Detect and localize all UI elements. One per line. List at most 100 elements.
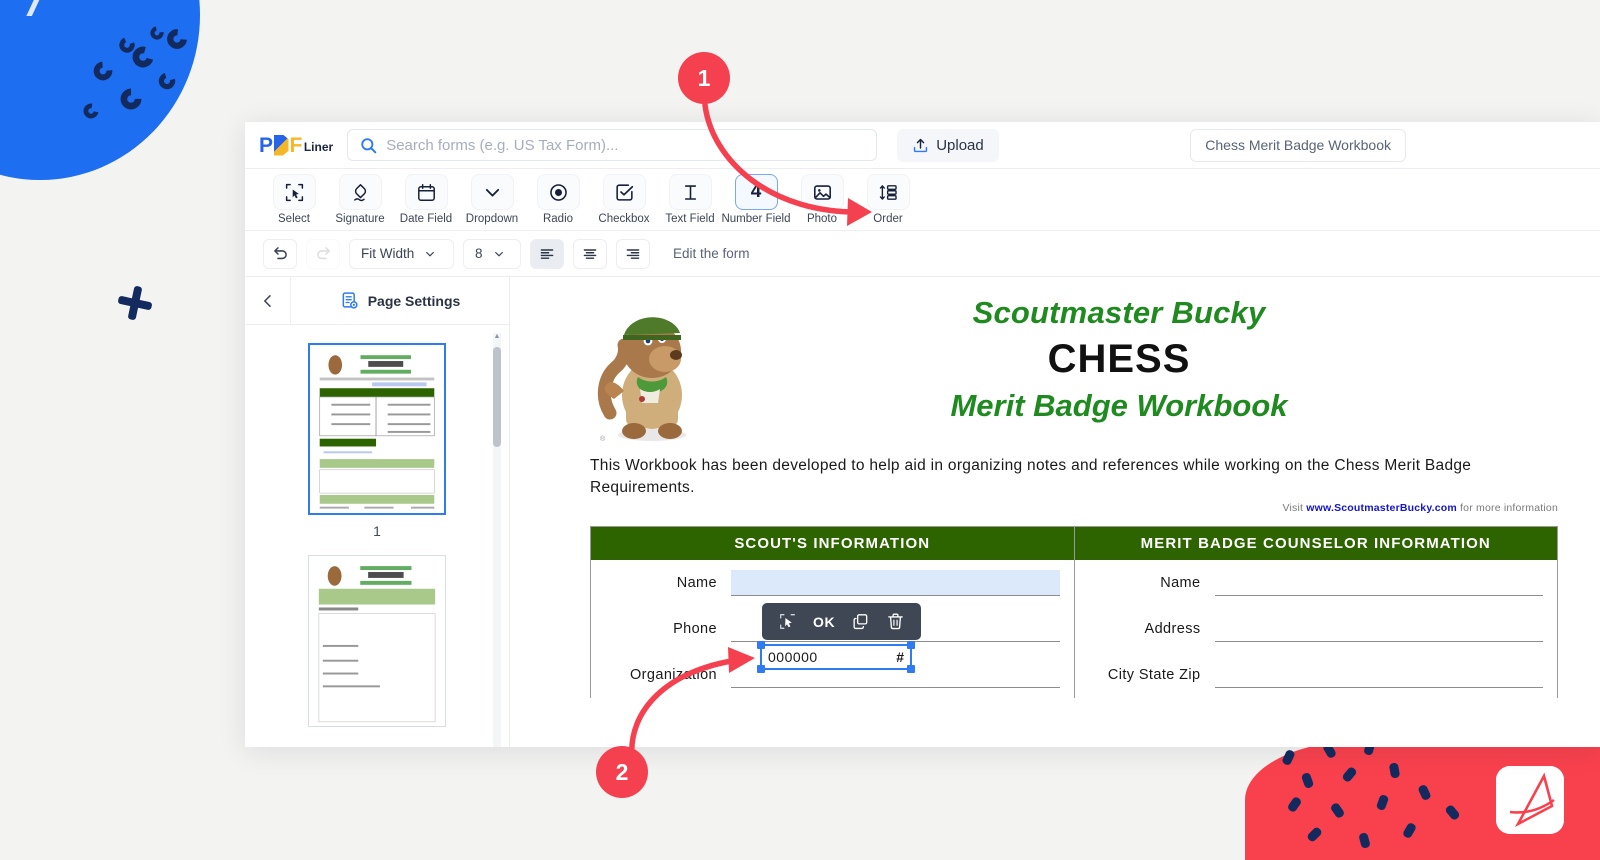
number-4-glyph: 4 [750, 181, 762, 202]
form-row[interactable]: Address [1075, 606, 1558, 652]
form-row[interactable]: Name [1075, 560, 1558, 606]
tool-text-field[interactable]: Text Field [657, 174, 723, 225]
tool-order[interactable]: Order [855, 174, 921, 225]
chevron-down-icon [485, 188, 499, 197]
form-row[interactable]: City State Zip [1075, 652, 1558, 698]
counselor-city-state-zip-input[interactable] [1214, 662, 1543, 688]
bucky-mascot-image: ® [597, 317, 686, 443]
select-cursor-icon [285, 183, 303, 201]
scrollbar-thumb[interactable] [493, 347, 501, 447]
tool-label: Photo [806, 213, 838, 225]
search-placeholder: Search forms (e.g. US Tax Form)... [386, 136, 619, 154]
scout-name-input[interactable] [731, 569, 1060, 596]
search-input[interactable]: Search forms (e.g. US Tax Form)... [347, 129, 878, 161]
document-canvas[interactable]: ® Scoutmaster Bucky CHESS Merit Badge Wo… [510, 277, 1600, 747]
document-header: ® Scoutmaster Bucky CHESS Merit Badge Wo… [590, 295, 1558, 445]
align-left-icon [540, 248, 554, 259]
pdfliner-logo[interactable]: P F Liner [259, 135, 333, 156]
image-icon [813, 184, 831, 200]
zoom-select[interactable]: Fit Width [349, 238, 454, 269]
pdfliner-app-window: P F Liner Search forms (e.g. US Tax Form… [245, 122, 1600, 747]
tool-photo[interactable]: Photo [789, 174, 855, 225]
sidebar-collapse-button[interactable] [245, 277, 291, 324]
edit-subtoolbar: Fit Width 8 Edit the form [245, 231, 1600, 277]
edit-hint-label: Edit the form [673, 246, 750, 261]
thumbnails-scrollbar[interactable]: ▲ [493, 333, 501, 747]
resize-handle-bottom-right[interactable] [907, 665, 915, 673]
page-thumbnail-2[interactable] [308, 555, 446, 727]
scroll-up-arrow-icon[interactable]: ▲ [493, 333, 501, 340]
decorative-blue-circle [0, 0, 200, 180]
pages-sidebar: Page Settings 1 ▲ [245, 277, 510, 747]
calendar-icon [417, 183, 435, 201]
page-thumbnail-1[interactable] [308, 343, 446, 515]
page-thumbnails-list: 1 ▲ [245, 325, 509, 747]
tool-select[interactable]: Select [261, 174, 327, 225]
doc-title-line3: Merit Badge Workbook [950, 388, 1288, 423]
redo-button[interactable] [306, 238, 340, 269]
tool-label: Date Field [399, 213, 453, 225]
document-title-field[interactable]: Chess Merit Badge Workbook [1190, 128, 1406, 162]
resize-handle-bottom-left[interactable] [757, 665, 765, 673]
field-label: Phone [673, 620, 717, 637]
screenshot-root: P F Liner Search forms (e.g. US Tax Form… [0, 0, 1600, 860]
form-row[interactable]: Name [591, 560, 1074, 606]
callout-badge-2: 2 [596, 746, 648, 798]
trash-delete-icon[interactable] [886, 612, 905, 631]
scout-info-header: SCOUT'S INFORMATION [591, 526, 1074, 560]
counselor-information-column: MERIT BADGE COUNSELOR INFORMATION Name A… [1074, 526, 1558, 698]
tool-radio[interactable]: Radio [525, 174, 591, 225]
tool-number-field[interactable]: 4 Number Field [721, 174, 791, 225]
counselor-info-header: MERIT BADGE COUNSELOR INFORMATION [1074, 526, 1557, 560]
tool-dropdown[interactable]: Dropdown [459, 174, 525, 225]
font-size-select[interactable]: 8 [463, 238, 521, 269]
active-number-field[interactable]: 000000 # [757, 641, 915, 673]
scout-info-table: SCOUT'S INFORMATION Name Phone Organizat… [590, 525, 1558, 698]
scoutmaster-bucky-link[interactable]: www.ScoutmasterBucky.com [1306, 502, 1457, 514]
search-icon [361, 137, 377, 153]
tool-checkbox[interactable]: Checkbox [591, 174, 657, 225]
font-size-value: 8 [475, 246, 483, 261]
upload-button[interactable]: Upload [897, 128, 999, 162]
move-select-icon[interactable] [778, 612, 797, 631]
counselor-name-input[interactable] [1214, 570, 1543, 596]
page-settings-label: Page Settings [367, 292, 461, 309]
field-context-toolbar: OK [762, 603, 922, 640]
page-number-label: 1 [373, 523, 381, 539]
decorative-streak [8, 0, 56, 16]
decorative-red-curve [1245, 740, 1395, 860]
logo-letter-p: P [259, 133, 273, 157]
doc-title-line2: CHESS [1047, 337, 1191, 381]
duplicate-copy-icon[interactable] [851, 612, 870, 631]
field-tools-toolbar: Select Signature Date Field Dropdown Rad… [245, 169, 1600, 231]
document-title-value: Chess Merit Badge Workbook [1205, 137, 1391, 153]
undo-arrow-icon [273, 247, 287, 260]
align-center-button[interactable] [573, 238, 607, 269]
sidebar-header: Page Settings [245, 277, 509, 325]
checkbox-check-icon [615, 183, 633, 201]
chevron-down-icon [426, 251, 435, 256]
logo-suffix: Liner [303, 139, 334, 154]
page-settings-icon [342, 291, 358, 309]
field-ok-button[interactable]: OK [813, 614, 835, 630]
align-left-button[interactable] [530, 238, 564, 269]
field-label: City State Zip [1107, 666, 1201, 683]
tool-signature[interactable]: Signature [327, 174, 393, 225]
page-settings-button[interactable]: Page Settings [291, 277, 509, 324]
visit-suffix: for more information [1460, 501, 1558, 514]
zoom-value: Fit Width [361, 246, 415, 261]
field-label: Address [1144, 620, 1201, 637]
counselor-address-input[interactable] [1214, 616, 1543, 642]
redo-arrow-icon [316, 247, 330, 260]
align-right-button[interactable] [616, 238, 650, 269]
resize-handle-top-right[interactable] [907, 641, 915, 649]
callout-number: 1 [697, 64, 711, 91]
decorative-red-block [1390, 740, 1600, 860]
pdf-logo-badge [1496, 766, 1564, 834]
tool-date-field[interactable]: Date Field [393, 174, 459, 225]
tool-label: Text Field [665, 213, 715, 225]
resize-handle-top-left[interactable] [757, 641, 765, 649]
undo-button[interactable] [263, 238, 297, 269]
field-label: Organization [629, 666, 717, 683]
number-field-symbol: # [896, 649, 904, 665]
